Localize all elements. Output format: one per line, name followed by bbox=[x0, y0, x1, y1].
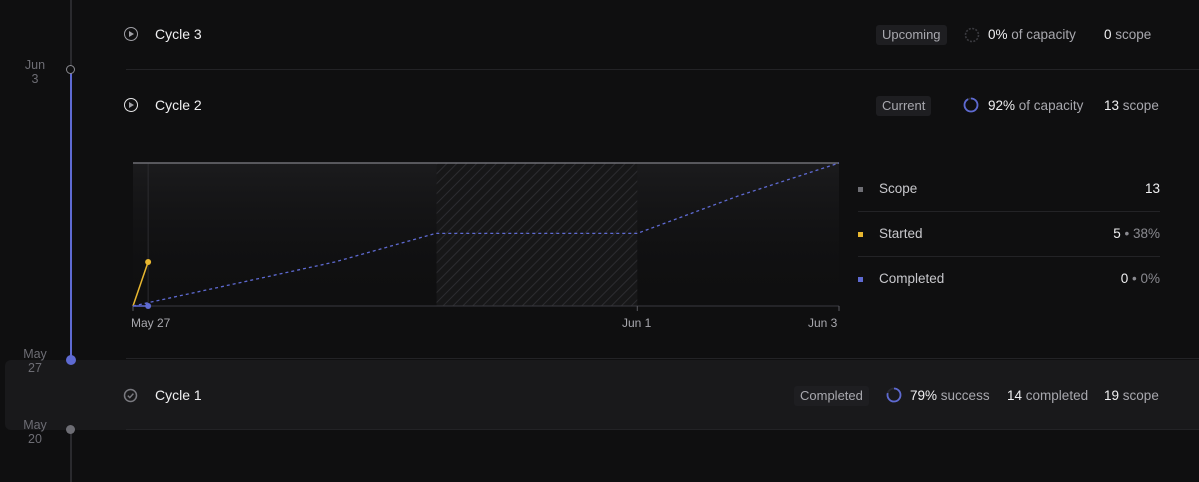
started-swatch bbox=[858, 232, 863, 237]
timeline-node-jun3 bbox=[66, 65, 75, 74]
x-tick-label: Jun 3 bbox=[808, 316, 838, 330]
completed-swatch bbox=[858, 277, 863, 282]
cycle-title: Cycle 1 bbox=[155, 387, 202, 403]
legend-label: Scope bbox=[879, 181, 918, 196]
timeline-active-line bbox=[70, 70, 72, 360]
scope-stat: 19 scope bbox=[1104, 388, 1159, 403]
legend-completed[interactable]: Completed 0 • 0% bbox=[858, 257, 1160, 302]
timeline-upper-line bbox=[70, 0, 72, 69]
x-tick-label: May 27 bbox=[131, 316, 171, 330]
legend-label: Started bbox=[879, 226, 923, 241]
status-badge: Completed bbox=[794, 386, 869, 406]
legend-label: Completed bbox=[879, 271, 945, 286]
scope-swatch bbox=[858, 187, 863, 192]
completed-stat: 14 completed bbox=[1007, 388, 1089, 403]
capacity-stat: 92% of capacity bbox=[988, 98, 1084, 113]
success-ring-icon bbox=[886, 387, 902, 403]
row-divider bbox=[126, 429, 1199, 430]
timeline-date-may20: May 20 bbox=[23, 418, 47, 446]
burnup-chart bbox=[132, 162, 840, 311]
status-badge: Current bbox=[876, 96, 932, 116]
completed-point bbox=[145, 303, 152, 309]
completed-cycle-icon bbox=[123, 388, 138, 403]
scope-stat: 0 scope bbox=[1104, 27, 1152, 42]
timeline-node-may27 bbox=[66, 355, 76, 365]
row-divider bbox=[126, 358, 1199, 359]
status-badge: Upcoming bbox=[876, 25, 947, 45]
legend-scope[interactable]: Scope 13 bbox=[858, 167, 1160, 212]
scope-stat: 13 scope bbox=[1104, 98, 1159, 113]
weekend-shade bbox=[436, 163, 638, 306]
legend-value: 5 • 38% bbox=[1113, 226, 1160, 241]
timeline-date-may27: May 27 bbox=[23, 347, 47, 375]
cycle-title: Cycle 3 bbox=[155, 26, 202, 42]
capacity-ring-icon bbox=[964, 27, 980, 43]
cycle-title: Cycle 2 bbox=[155, 97, 202, 113]
legend-value: 13 bbox=[1144, 181, 1160, 196]
play-icon bbox=[124, 27, 138, 41]
play-icon bbox=[124, 98, 138, 112]
legend-started[interactable]: Started 5 • 38% bbox=[858, 212, 1160, 257]
started-point bbox=[145, 259, 152, 265]
capacity-ring-icon bbox=[963, 97, 979, 113]
success-stat: 79% success bbox=[910, 388, 990, 403]
legend-value: 0 • 0% bbox=[1120, 271, 1160, 286]
capacity-stat: 0% of capacity bbox=[988, 27, 1076, 42]
timeline-date-jun3: Jun 3 bbox=[24, 58, 46, 86]
x-tick-label: Jun 1 bbox=[622, 316, 652, 330]
timeline-node-may20 bbox=[66, 425, 75, 434]
